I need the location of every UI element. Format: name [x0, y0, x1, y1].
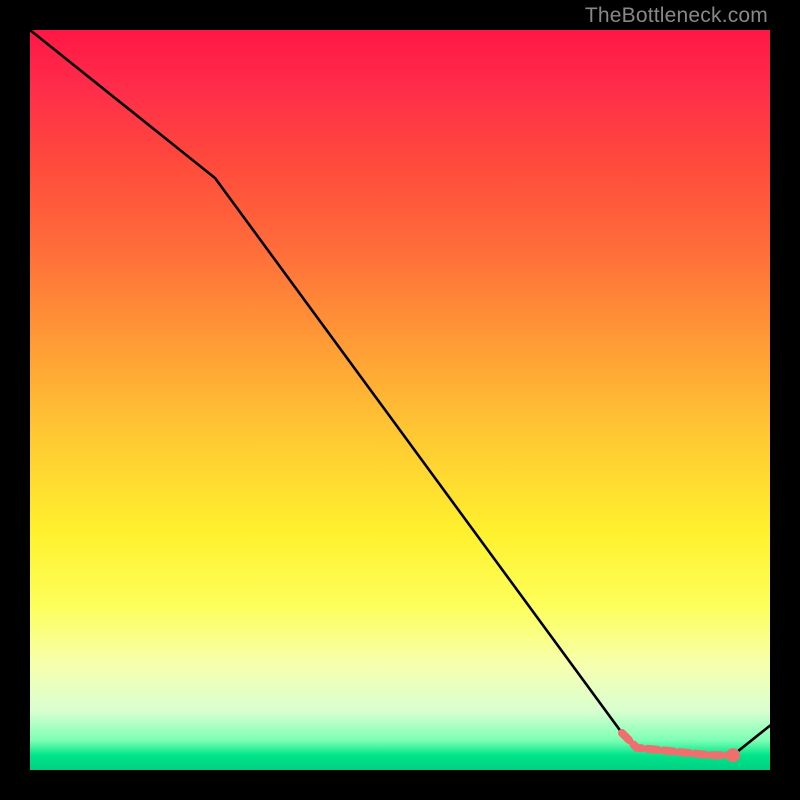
plot-background	[30, 30, 770, 770]
chart-frame: TheBottleneck.com	[0, 0, 800, 800]
watermark-text: TheBottleneck.com	[585, 4, 768, 28]
